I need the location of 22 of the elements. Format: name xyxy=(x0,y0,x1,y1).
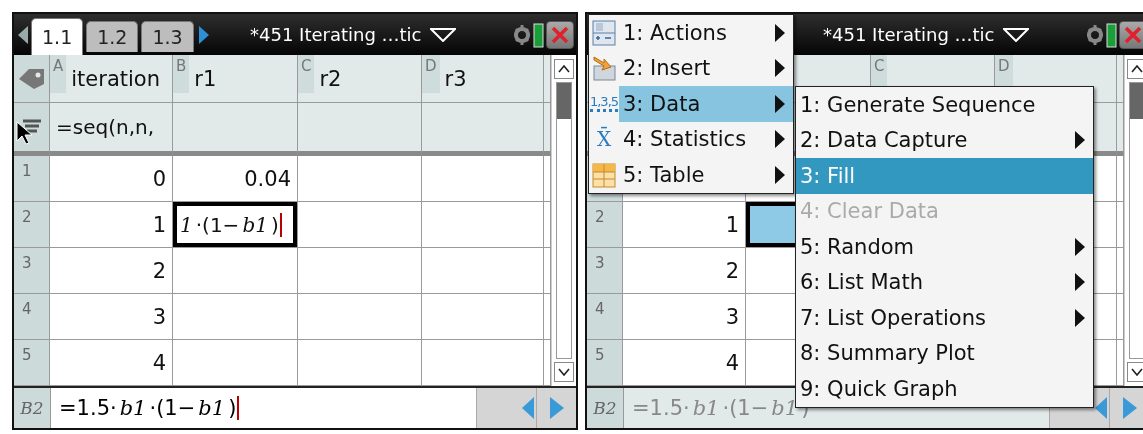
row-header: 4 xyxy=(587,294,623,340)
document-title: *451 Iterating …tic xyxy=(250,24,422,45)
column-letter: B xyxy=(173,55,190,93)
row-header: 5 xyxy=(587,340,623,386)
cell-reference: B2 xyxy=(14,388,51,428)
row-header: 3 xyxy=(14,248,50,294)
column-name: r1 xyxy=(194,66,217,91)
column-letter: D xyxy=(422,55,440,93)
mean-icon: X̄ xyxy=(596,127,612,152)
column-letter: C xyxy=(298,55,315,93)
row-header: 4 xyxy=(14,294,50,340)
row-header: 5 xyxy=(14,340,50,386)
row-header: 3 xyxy=(587,248,623,294)
cell-reference: B2 xyxy=(587,388,624,428)
column-name: r2 xyxy=(319,66,342,91)
column-name: r3 xyxy=(444,66,467,91)
document-title: *451 Iterating …tic xyxy=(823,24,995,45)
row-header: 2 xyxy=(14,202,50,248)
row-header: 2 xyxy=(587,202,623,248)
column-letter: A xyxy=(50,55,67,93)
row-header: 1 xyxy=(14,156,50,202)
column-name: iteration xyxy=(71,66,160,91)
